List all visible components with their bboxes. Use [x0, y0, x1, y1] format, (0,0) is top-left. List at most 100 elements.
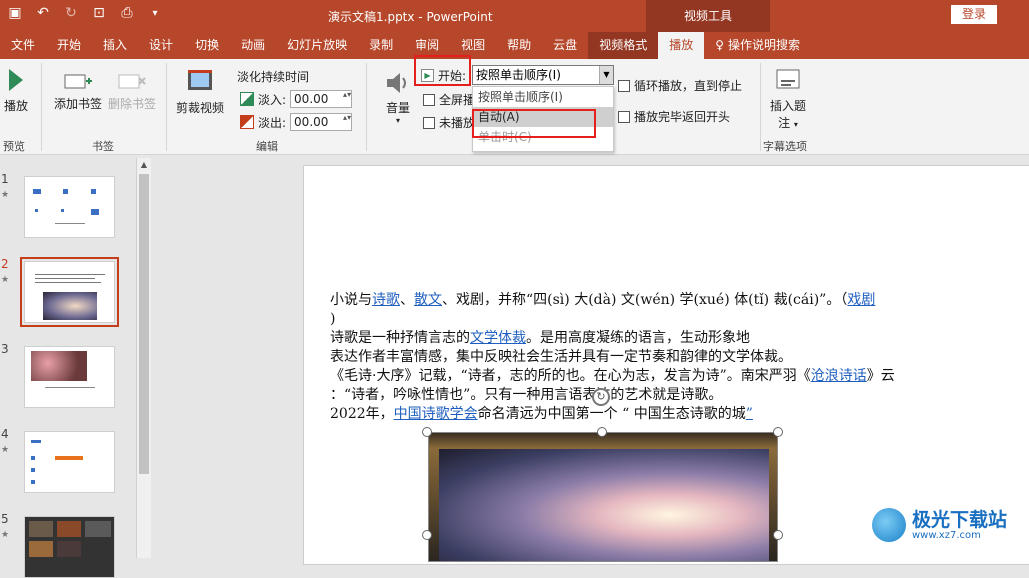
slide-number: 2 — [1, 257, 9, 271]
tab-video-format[interactable]: 视频格式 — [588, 32, 659, 59]
text-run: 《毛诗·大序》记载，“诗者，志的所的也。在心为志，发言为诗”。南宋严羽《 — [330, 368, 811, 384]
link-poetry-society[interactable]: 中国诗歌学会 — [394, 406, 478, 422]
text-run: ” — [745, 406, 753, 422]
slideshow-icon[interactable]: ⊡ — [90, 5, 108, 21]
trim-video-button[interactable]: 剪裁视频 — [174, 67, 226, 116]
tab-transitions[interactable]: 切换 — [184, 32, 230, 59]
tab-design[interactable]: 设计 — [138, 32, 184, 59]
add-bookmark-button[interactable]: 添加书签 — [52, 71, 104, 112]
watermark: 极光下载站 www.xz7.com — [872, 508, 1007, 542]
fullscreen-checkbox[interactable] — [423, 93, 435, 106]
separator — [41, 63, 42, 151]
loop-option[interactable]: 循环播放，直到停止 — [618, 77, 742, 94]
quick-access-toolbar: ▣ ↶ ↻ ⊡ ⎙ ▾ — [6, 5, 164, 21]
fullscreen-label: 全屏播 — [439, 93, 476, 107]
text-run: 、 — [400, 292, 414, 308]
rewind-checkbox[interactable] — [618, 110, 630, 123]
caption-group-label: 字幕选项 — [763, 140, 807, 153]
highlight-start-box — [414, 55, 471, 86]
text-line: 《毛诗·大序》记载，“诗者，志的所的也。在心为志，发言为诗”。南宋严羽《沧浪诗话… — [330, 367, 1020, 386]
fade-in-row: 淡入: 00.00 — [240, 90, 353, 108]
tab-cloud[interactable]: 云盘 — [542, 32, 588, 59]
fade-in-icon — [240, 92, 254, 106]
link-prose[interactable]: 散文 — [414, 292, 442, 308]
tab-animations[interactable]: 动画 — [230, 32, 276, 59]
link-poetry[interactable]: 诗歌 — [372, 292, 400, 308]
preview-icon[interactable]: ⎙ — [118, 5, 136, 21]
insert-caption-button[interactable]: 插入题 注 ▾ — [766, 67, 810, 131]
text-run: 。是用高度凝练的语言，生动形象地 — [526, 330, 750, 346]
slide-thumbnail-1[interactable] — [24, 176, 115, 238]
tab-insert[interactable]: 插入 — [92, 32, 138, 59]
play-icon — [9, 69, 23, 91]
volume-label: 音量 — [385, 101, 410, 115]
text-line: 表达作者丰富情感，集中反映社会生活并具有一定节奏和韵律的文学体裁。 — [330, 349, 792, 365]
resize-handle[interactable] — [422, 530, 432, 540]
text-line: ：“诗者，吟咏性情也”。只有一种用言语表达的艺术就是诗歌。 — [330, 387, 723, 403]
highlight-auto-box — [472, 109, 596, 138]
star-icon: ★ — [1, 445, 10, 455]
text-run: 命名清远为中国第一个 “ 中国生态诗歌的城 — [477, 406, 746, 422]
tab-playback[interactable]: 播放 — [658, 32, 705, 59]
remove-bookmark-button[interactable]: 删除书签 — [106, 71, 158, 112]
option-in-click-sequence[interactable]: 按照单击顺序(I) — [473, 87, 613, 107]
slide-thumbnail-3[interactable] — [24, 346, 115, 408]
fullscreen-option[interactable]: 全屏播 — [423, 91, 475, 108]
link-canglang[interactable]: 沧浪诗话 — [811, 368, 867, 384]
slide-thumbnail-5[interactable] — [24, 516, 115, 578]
redo-icon[interactable]: ↻ — [62, 5, 80, 21]
scroll-thumb[interactable] — [139, 174, 149, 474]
watermark-url: www.xz7.com — [912, 529, 981, 541]
text-line: 2022年，中国诗歌学会命名清远为中国第一个 “ 中国生态诗歌的城” — [330, 405, 1020, 424]
undo-icon[interactable]: ↶ — [34, 5, 52, 21]
tab-record[interactable]: 录制 — [358, 32, 404, 59]
remove-bookmark-label: 删除书签 — [107, 97, 156, 111]
start-dropdown[interactable]: 按照单击顺序(I) ▼ — [472, 65, 614, 85]
fade-in-spinner[interactable]: 00.00 — [290, 90, 353, 108]
hide-not-playing-option[interactable]: 未播放 — [423, 114, 475, 131]
video-frame — [439, 449, 769, 561]
rewind-label: 播放完毕返回开头 — [634, 110, 731, 124]
save-icon[interactable]: ▣ — [6, 5, 24, 21]
start-dropdown-value: 按照单击顺序(I) — [476, 68, 561, 82]
slide-number: 5 — [1, 512, 9, 526]
slide-thumbnail-2[interactable] — [20, 257, 119, 327]
resize-handle[interactable] — [422, 427, 432, 437]
thumbnail-scrollbar[interactable]: ▲ — [136, 158, 151, 558]
login-button[interactable]: 登录 — [951, 5, 997, 24]
resize-handle[interactable] — [597, 427, 607, 437]
fade-out-spinner[interactable]: 00.00 — [290, 113, 353, 131]
tab-slideshow[interactable]: 幻灯片放映 — [276, 32, 358, 59]
text-run: 2022年， — [330, 406, 394, 422]
rewind-option[interactable]: 播放完毕返回开头 — [618, 108, 730, 125]
hide-not-playing-checkbox[interactable] — [423, 116, 435, 129]
link-literary-genre[interactable]: 文学体裁 — [470, 330, 526, 346]
rotate-handle-icon[interactable]: ↻ — [592, 388, 610, 406]
window-title: 演示文稿1.pptx - PowerPoint — [328, 10, 493, 24]
resize-handle[interactable] — [773, 427, 783, 437]
title-bar: ▣ ↶ ↻ ⊡ ⎙ ▾ 演示文稿1.pptx - PowerPoint 视频工具… — [0, 0, 1029, 32]
tab-file[interactable]: 文件 — [0, 32, 46, 59]
scroll-up-icon[interactable]: ▲ — [137, 158, 151, 172]
text-line: 小说与诗歌、散文、戏剧，并称“四(sì) 大(dà) 文(wén) 学(xué)… — [330, 291, 1020, 310]
text-run: 》云 — [866, 368, 895, 384]
tell-me-search[interactable]: ♀ 操作说明搜索 — [704, 32, 811, 59]
slide-text-box[interactable]: 小说与诗歌、散文、戏剧，并称“四(sì) 大(dà) 文(wén) 学(xué)… — [330, 291, 1020, 424]
fade-out-label: 淡出: — [258, 115, 287, 130]
tab-home[interactable]: 开始 — [46, 32, 92, 59]
play-button[interactable]: 播放 — [2, 67, 30, 114]
volume-button[interactable]: 音量 ▾ — [380, 71, 416, 125]
fade-in-label: 淡入: — [258, 92, 287, 107]
text-run: 、戏剧，并称“四(sì) 大(dà) 文(wén) 学(xué) 体(tǐ) 裁… — [442, 292, 848, 308]
star-icon: ★ — [1, 190, 10, 200]
chevron-down-icon[interactable]: ▼ — [599, 66, 613, 84]
loop-checkbox[interactable] — [618, 79, 630, 92]
video-object[interactable] — [428, 432, 778, 562]
play-label: 播放 — [3, 99, 28, 113]
link-drama[interactable]: 戏剧 — [847, 292, 875, 308]
customize-qat-icon[interactable]: ▾ — [146, 8, 164, 19]
slide-thumbnail-4[interactable] — [24, 431, 115, 493]
tab-help[interactable]: 帮助 — [496, 32, 542, 59]
text-run: 小说与 — [330, 292, 372, 308]
resize-handle[interactable] — [773, 530, 783, 540]
